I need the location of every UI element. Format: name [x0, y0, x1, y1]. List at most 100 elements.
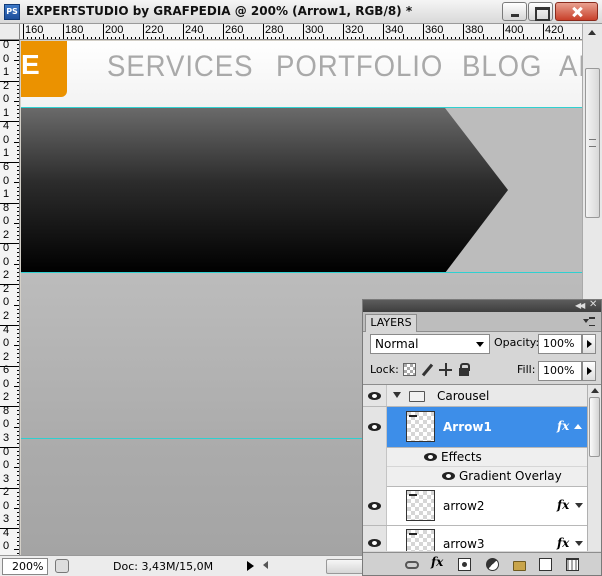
ruler-minor-tick	[455, 37, 456, 39]
panel-menu-icon[interactable]	[583, 316, 595, 326]
layer-arrow1-selected[interactable]: Arrow1 fx	[363, 407, 587, 448]
scroll-up-arrow-icon[interactable]	[585, 26, 600, 40]
add-layer-style-fx-icon[interactable]: fx	[431, 555, 447, 569]
ruler-major-tick	[303, 24, 304, 39]
ruler-minor-tick	[491, 37, 492, 39]
disclosure-triangle-icon[interactable]	[393, 392, 401, 398]
vertical-ruler[interactable]: 00120140160180200220240260280300320340	[0, 40, 20, 555]
ruler-tick	[0, 81, 19, 82]
expand-effects-icon[interactable]	[575, 503, 583, 508]
fill-input[interactable]: 100%	[538, 361, 582, 381]
arrow1-shape[interactable]	[21, 108, 582, 278]
ruler-minor-tick	[551, 37, 552, 39]
link-layers-icon[interactable]	[405, 561, 419, 569]
fx-icon[interactable]: fx	[557, 536, 569, 550]
new-group-folder-icon[interactable]	[513, 561, 526, 571]
ruler-label: 220	[145, 24, 164, 36]
ruler-tick	[17, 362, 19, 363]
ruler-minor-tick	[99, 37, 100, 39]
ruler-tick	[17, 545, 19, 546]
ruler-tick	[17, 504, 19, 505]
lock-transparent-pixels-icon[interactable]	[403, 363, 416, 376]
ruler-minor-tick	[515, 37, 516, 39]
ruler-minor-tick	[399, 37, 400, 39]
horizontal-scroll-thumb[interactable]	[326, 559, 366, 574]
visibility-toggle[interactable]	[363, 487, 387, 525]
ruler-minor-tick	[411, 37, 412, 39]
lock-image-pixels-icon[interactable]	[421, 363, 434, 376]
layer-arrow3[interactable]: arrow3 fx	[363, 526, 587, 551]
ruler-tick	[17, 154, 19, 155]
ruler-minor-tick	[435, 37, 436, 39]
ruler-tick	[17, 394, 19, 395]
layers-list-scrollbar[interactable]	[587, 385, 601, 551]
panel-header-strip[interactable]: ◀◀ ✕	[363, 299, 601, 312]
vertical-scroll-thumb[interactable]	[585, 68, 600, 218]
ruler-tick	[17, 150, 19, 151]
ruler-label: 1	[3, 66, 10, 79]
layer-arrow2[interactable]: arrow2 fx	[363, 487, 587, 526]
ruler-tick	[0, 528, 19, 529]
document-status-icon[interactable]	[55, 559, 69, 573]
panel-tab-bar: LAYERS	[363, 312, 601, 332]
ruler-tick	[0, 243, 19, 244]
layer-group-carousel[interactable]: Carousel	[363, 385, 587, 407]
panel-close-icon[interactable]: ✕	[589, 299, 597, 310]
tab-layers[interactable]: LAYERS	[365, 314, 417, 332]
effect-gradient-overlay-row[interactable]: Gradient Overlay	[363, 467, 587, 487]
visibility-toggle[interactable]	[363, 407, 387, 448]
ruler-minor-tick	[191, 37, 192, 39]
ruler-minor-tick	[447, 37, 448, 39]
ruler-minor-tick	[199, 37, 200, 39]
fx-icon[interactable]: fx	[557, 498, 569, 512]
ruler-minor-tick	[375, 37, 376, 39]
ruler-tick	[0, 162, 19, 163]
delete-layer-trash-icon[interactable]	[566, 558, 579, 571]
fill-slider-arrow-icon[interactable]	[582, 361, 596, 381]
collapse-effects-icon[interactable]	[574, 424, 582, 429]
maximize-button[interactable]	[528, 2, 553, 21]
ruler-tick	[17, 280, 19, 281]
zoom-level-field[interactable]: 200%	[2, 558, 48, 575]
ruler-major-tick	[23, 24, 24, 39]
ruler-tick	[17, 419, 19, 420]
status-menu-arrow-icon[interactable]	[247, 561, 254, 571]
minimize-button[interactable]	[502, 2, 527, 21]
blend-mode-select[interactable]: Normal	[370, 334, 490, 354]
ruler-minor-tick	[35, 37, 36, 39]
scroll-left-arrow-icon[interactable]	[263, 561, 268, 569]
ruler-tick	[17, 231, 19, 232]
ruler-minor-tick	[327, 37, 328, 39]
ruler-minor-tick	[567, 37, 568, 39]
adjustment-layer-icon[interactable]	[486, 558, 499, 571]
opacity-slider-arrow-icon[interactable]	[582, 334, 596, 354]
horizontal-ruler[interactable]: 160 180 200 220 240 260 280 300 320 340 360 380 400 4…	[20, 24, 582, 40]
ruler-minor-tick	[571, 37, 572, 39]
lock-all-icon[interactable]	[457, 363, 470, 376]
eye-icon[interactable]	[442, 472, 455, 480]
effects-row[interactable]: Effects	[363, 448, 587, 467]
ruler-tick	[17, 480, 19, 481]
add-layer-mask-icon[interactable]	[458, 558, 471, 571]
ruler-tick	[17, 44, 19, 45]
new-layer-icon[interactable]	[539, 558, 552, 571]
ruler-minor-tick	[279, 37, 280, 39]
ruler-minor-tick	[407, 37, 408, 39]
ruler-minor-tick	[151, 37, 152, 39]
visibility-toggle[interactable]	[363, 385, 387, 406]
visibility-toggle[interactable]	[363, 526, 387, 551]
collapse-panel-icon[interactable]: ◀◀	[575, 301, 585, 310]
layers-scroll-thumb[interactable]	[589, 397, 600, 457]
close-button[interactable]	[555, 2, 598, 21]
ruler-minor-tick	[427, 37, 428, 39]
ruler-minor-tick	[283, 34, 284, 39]
fx-icon[interactable]: fx	[557, 419, 569, 433]
eye-icon[interactable]	[424, 453, 437, 461]
ruler-tick	[17, 207, 19, 208]
ruler-origin[interactable]	[0, 24, 20, 40]
lock-position-icon[interactable]	[439, 363, 452, 376]
opacity-input[interactable]: 100%	[538, 334, 582, 354]
ruler-tick	[17, 496, 19, 497]
ruler-minor-tick	[203, 34, 204, 39]
expand-effects-icon[interactable]	[575, 541, 583, 546]
